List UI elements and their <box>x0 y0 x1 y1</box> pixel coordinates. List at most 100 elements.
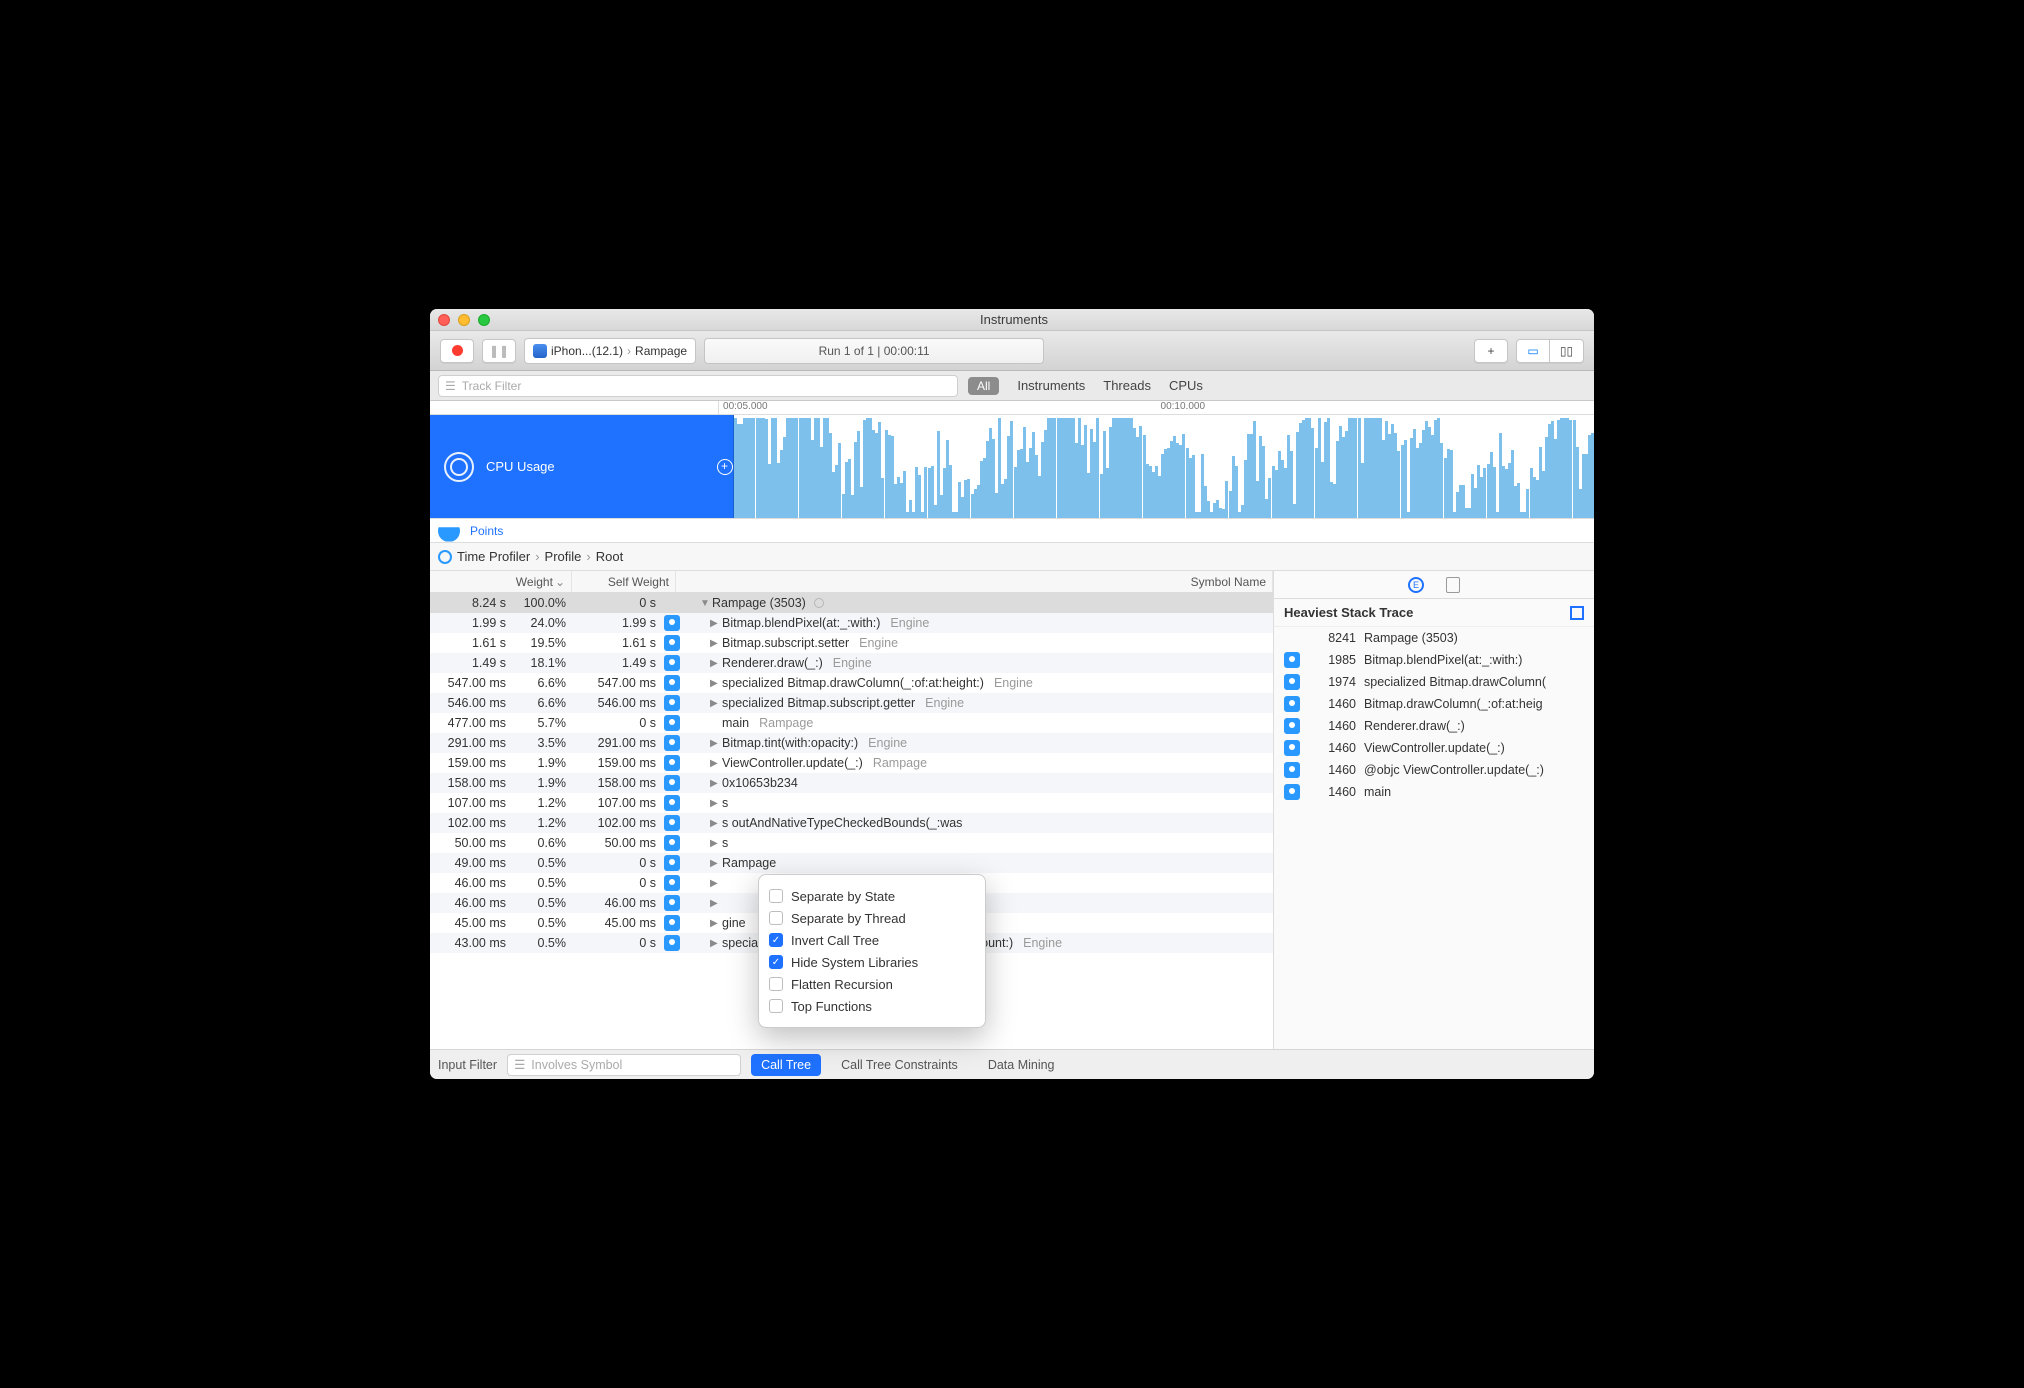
popover-option[interactable]: Separate by State <box>769 885 975 907</box>
stack-trace-row[interactable]: 1460main <box>1274 781 1594 803</box>
involves-symbol-input[interactable]: ☰ Involves Symbol <box>507 1054 741 1076</box>
timeline-ruler[interactable]: 00:05.000 00:10.000 <box>430 401 1594 415</box>
stack-trace-row[interactable]: 1460@objc ViewController.update(_:) <box>1274 759 1594 781</box>
checkbox-icon[interactable]: ✓ <box>769 933 783 947</box>
checkbox-icon[interactable] <box>769 911 783 925</box>
disclosure-icon[interactable]: ▶ <box>710 878 720 889</box>
table-row[interactable]: 1.99 s24.0%1.99 s▶Bitmap.blendPixel(at:_… <box>430 613 1273 633</box>
table-row[interactable]: 159.00 ms1.9%159.00 ms▶ViewController.up… <box>430 753 1273 773</box>
cpu-usage-track[interactable]: CPU Usage + <box>430 415 1594 519</box>
user-icon <box>1284 652 1300 668</box>
table-row[interactable]: 477.00 ms5.7%0 s mainRampage <box>430 713 1273 733</box>
disclosure-icon[interactable]: ▶ <box>710 758 720 769</box>
table-row[interactable]: 546.00 ms6.6%546.00 ms▶specialized Bitma… <box>430 693 1273 713</box>
disclosure-icon[interactable]: ▶ <box>710 778 720 789</box>
detail-pane-button[interactable]: ▭ <box>1516 339 1550 363</box>
disclosure-icon[interactable]: ▼ <box>700 598 710 609</box>
popover-option[interactable]: Separate by Thread <box>769 907 975 929</box>
inspector-pane-button[interactable]: ▯▯ <box>1550 339 1584 363</box>
run-status[interactable]: Run 1 of 1 | 00:00:11 <box>704 338 1044 364</box>
cpu-usage-graph[interactable] <box>734 415 1594 518</box>
disclosure-icon[interactable]: ▶ <box>710 798 720 809</box>
crumb-profile[interactable]: Profile <box>545 549 582 564</box>
add-track-button[interactable]: + <box>716 415 734 518</box>
pause-button[interactable]: ❚❚ <box>482 339 516 363</box>
cell-weight: 291.00 ms <box>430 736 510 750</box>
table-row[interactable]: 102.00 ms1.2%102.00 ms▶s outAndNativeTyp… <box>430 813 1273 833</box>
call-tree-button[interactable]: Call Tree <box>751 1054 821 1076</box>
chevron-right-icon: › <box>627 344 631 358</box>
stack-trace-row[interactable]: 8241Rampage (3503) <box>1274 627 1594 649</box>
track-filter-input[interactable]: ☰ Track Filter <box>438 375 958 397</box>
checkbox-icon[interactable] <box>769 889 783 903</box>
user-icon <box>664 895 680 911</box>
ruler-tick: 00:10.000 <box>1157 401 1594 414</box>
points-track[interactable]: Points <box>430 519 1594 543</box>
extended-detail-tab-icon[interactable]: E <box>1408 577 1424 593</box>
table-row[interactable]: 8.24 s100.0%0 s▼Rampage (3503) <box>430 593 1273 613</box>
stack-trace-row[interactable]: 1985Bitmap.blendPixel(at:_:with:) <box>1274 649 1594 671</box>
cell-weight: 546.00 ms <box>430 696 510 710</box>
table-row[interactable]: 49.00 ms0.5%0 s▶ Rampage <box>430 853 1273 873</box>
inspector-panel: E Heaviest Stack Trace 8241Rampage (3503… <box>1274 571 1594 1049</box>
user-icon <box>1284 784 1300 800</box>
filter-tab-cpus[interactable]: CPUs <box>1169 378 1203 393</box>
column-symbol[interactable]: Symbol Name <box>676 571 1273 592</box>
popover-option[interactable]: ✓Hide System Libraries <box>769 951 975 973</box>
disclosure-icon[interactable]: ▶ <box>710 638 720 649</box>
table-row[interactable]: 1.61 s19.5%1.61 s▶Bitmap.subscript.sette… <box>430 633 1273 653</box>
run-info-tab-icon[interactable] <box>1446 577 1460 593</box>
symbol-name: Bitmap.drawColumn(_:of:at:heig <box>1364 697 1543 711</box>
disclosure-icon[interactable]: ▶ <box>710 658 720 669</box>
minimize-window-icon[interactable] <box>458 314 470 326</box>
disclosure-icon[interactable]: ▶ <box>710 678 720 689</box>
stack-trace-row[interactable]: 1460ViewController.update(_:) <box>1274 737 1594 759</box>
sample-count: 1460 <box>1312 785 1356 799</box>
filter-tab-instruments[interactable]: Instruments <box>1017 378 1085 393</box>
disclosure-icon[interactable]: ▶ <box>710 918 720 929</box>
table-row[interactable]: 547.00 ms6.6%547.00 ms▶specialized Bitma… <box>430 673 1273 693</box>
table-row[interactable]: 158.00 ms1.9%158.00 ms▶0x10653b234 <box>430 773 1273 793</box>
zoom-window-icon[interactable] <box>478 314 490 326</box>
target-selector[interactable]: iPhon...(12.1) › Rampage <box>524 338 696 364</box>
checkbox-icon[interactable] <box>769 999 783 1013</box>
disclosure-icon[interactable]: ▶ <box>710 938 720 949</box>
stack-trace-row[interactable]: 1460Renderer.draw(_:) <box>1274 715 1594 737</box>
add-instrument-button[interactable]: + <box>1474 339 1508 363</box>
cell-percent: 100.0% <box>510 596 572 610</box>
filter-icon: ☰ <box>445 379 456 393</box>
sample-count: 1974 <box>1312 675 1356 689</box>
stack-trace-row[interactable]: 1460Bitmap.drawColumn(_:of:at:heig <box>1274 693 1594 715</box>
cell-weight: 50.00 ms <box>430 836 510 850</box>
record-button[interactable] <box>440 339 474 363</box>
focus-icon[interactable] <box>1570 606 1584 620</box>
popover-option[interactable]: ✓Invert Call Tree <box>769 929 975 951</box>
disclosure-icon[interactable]: ▶ <box>710 858 720 869</box>
filter-tab-threads[interactable]: Threads <box>1103 378 1151 393</box>
chevron-right-icon: › <box>586 549 590 564</box>
disclosure-icon[interactable]: ▶ <box>710 618 720 629</box>
table-row[interactable]: 50.00 ms0.6%50.00 ms▶s <box>430 833 1273 853</box>
disclosure-icon[interactable]: ▶ <box>710 698 720 709</box>
cell-percent: 0.5% <box>510 876 572 890</box>
table-row[interactable]: 1.49 s18.1%1.49 s▶Renderer.draw(_:)Engin… <box>430 653 1273 673</box>
column-weight[interactable]: Weight⌄ <box>430 571 572 592</box>
popover-option[interactable]: Top Functions <box>769 995 975 1017</box>
popover-option[interactable]: Flatten Recursion <box>769 973 975 995</box>
data-mining-button[interactable]: Data Mining <box>978 1054 1065 1076</box>
disclosure-icon[interactable]: ▶ <box>710 898 720 909</box>
filter-all-button[interactable]: All <box>968 377 999 395</box>
column-self-weight[interactable]: Self Weight <box>572 571 676 592</box>
disclosure-icon[interactable]: ▶ <box>710 818 720 829</box>
disclosure-icon[interactable]: ▶ <box>710 838 720 849</box>
crumb-time-profiler[interactable]: Time Profiler <box>457 549 530 564</box>
crumb-root[interactable]: Root <box>596 549 623 564</box>
disclosure-icon[interactable]: ▶ <box>710 738 720 749</box>
table-row[interactable]: 107.00 ms1.2%107.00 ms▶s <box>430 793 1273 813</box>
table-row[interactable]: 291.00 ms3.5%291.00 ms▶Bitmap.tint(with:… <box>430 733 1273 753</box>
checkbox-icon[interactable] <box>769 977 783 991</box>
checkbox-icon[interactable]: ✓ <box>769 955 783 969</box>
close-window-icon[interactable] <box>438 314 450 326</box>
call-tree-constraints-button[interactable]: Call Tree Constraints <box>831 1054 968 1076</box>
stack-trace-row[interactable]: 1974specialized Bitmap.drawColumn( <box>1274 671 1594 693</box>
